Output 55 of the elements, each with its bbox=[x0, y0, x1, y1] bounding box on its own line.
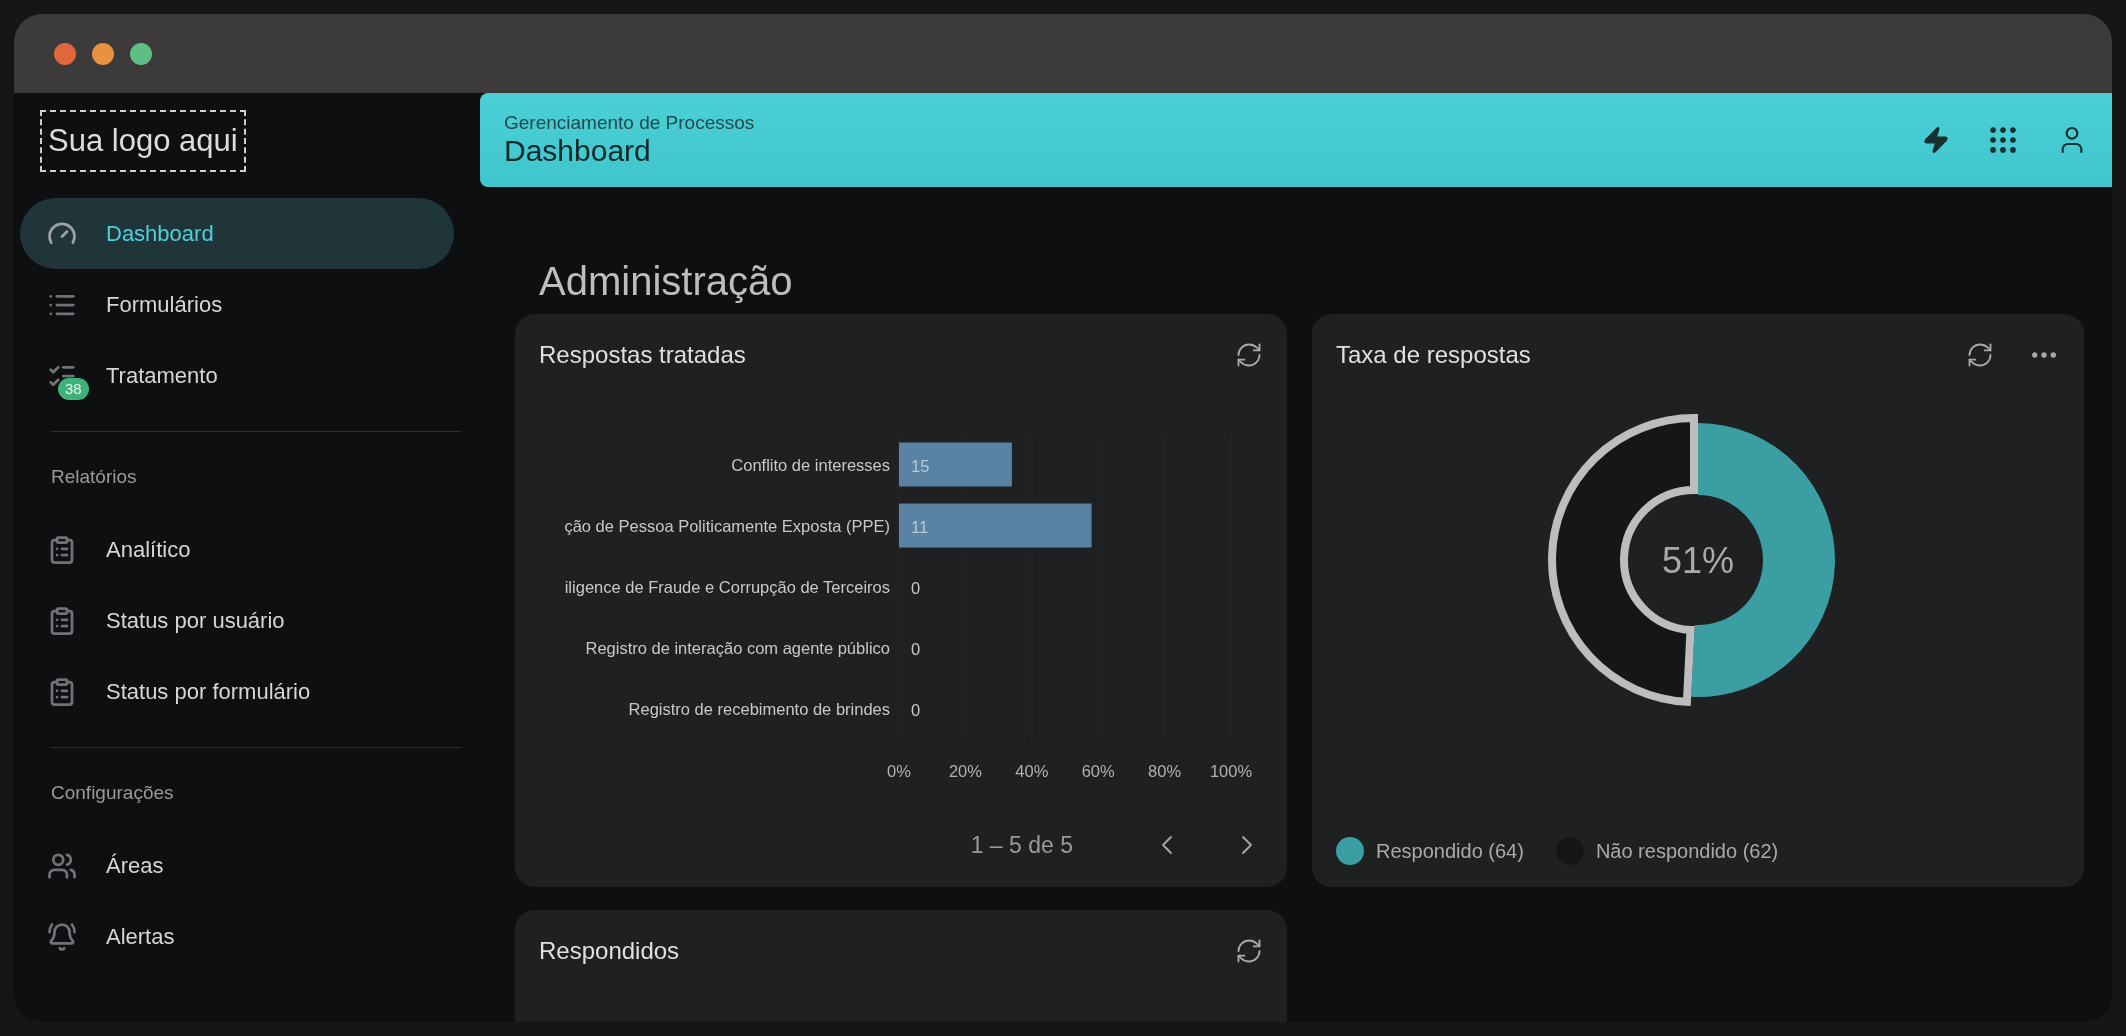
category-label: Registro de recebimento de brindes bbox=[628, 699, 890, 718]
sidebar-item[interactable]: Status por usuário bbox=[20, 585, 454, 656]
sidebar-icon bbox=[47, 921, 77, 952]
section-heading: Relatórios bbox=[50, 465, 138, 489]
sidebar-label: Status por usuário bbox=[106, 607, 285, 634]
sidebar-item[interactable]: Áreas bbox=[20, 830, 454, 901]
axis-tick-label: 60% bbox=[1081, 762, 1115, 780]
section-heading: Configurações bbox=[50, 781, 175, 805]
sidebar-label: Áreas bbox=[106, 852, 164, 879]
refresh-icon[interactable] bbox=[1966, 341, 1994, 369]
lightning-icon[interactable] bbox=[1922, 126, 1950, 154]
sidebar-item[interactable]: Status por formulário bbox=[20, 656, 454, 727]
sidebar-label: Alertas bbox=[106, 923, 175, 950]
sidebar-label: Tratamento bbox=[106, 362, 218, 389]
response-count: 0 bbox=[911, 700, 921, 719]
sidebar-item[interactable]: Analítico bbox=[20, 514, 454, 585]
sidebar-item[interactable]: Dashboard bbox=[20, 198, 454, 269]
category-label: Registro de interação com agente público bbox=[585, 638, 890, 657]
response-count: 0 bbox=[911, 639, 921, 658]
card-title: Taxa de respostas bbox=[1336, 341, 1532, 369]
axis-tick-label: 80% bbox=[1148, 762, 1182, 780]
sidebar-label: Status por formulário bbox=[106, 678, 311, 705]
axis-tick-label: 20% bbox=[948, 762, 982, 780]
response-count: 0 bbox=[911, 578, 921, 597]
window-control-dot[interactable] bbox=[130, 42, 152, 65]
axis-tick-label: 40% bbox=[1015, 762, 1049, 780]
window-control-dot[interactable] bbox=[92, 42, 114, 65]
category-label: Conflito de interesses bbox=[731, 455, 890, 474]
category-label: iligence de Fraude e Corrupção de Terceiros bbox=[564, 577, 890, 596]
sidebar-label: Analítico bbox=[106, 536, 191, 563]
response-count: 11 bbox=[911, 517, 929, 536]
legend-label: Respondido (64) bbox=[1376, 839, 1524, 863]
sidebar-item[interactable]: Formulários bbox=[20, 269, 454, 340]
sidebar-item[interactable]: Alertas bbox=[20, 901, 454, 972]
refresh-icon[interactable] bbox=[1235, 937, 1263, 965]
card-title: Respostas tratadas bbox=[539, 341, 747, 369]
header-title: Dashboard bbox=[504, 134, 652, 168]
sidebar-icon bbox=[47, 850, 77, 881]
window-control-dot[interactable] bbox=[54, 42, 76, 65]
axis-tick-label: 100% bbox=[1209, 762, 1253, 780]
header-subtitle: Gerenciamento de Processos bbox=[504, 112, 756, 134]
sidebar-label: Formulários bbox=[106, 291, 223, 318]
percentage-label: 51% bbox=[1661, 540, 1735, 581]
pagination-range: 1 – 5 de 5 bbox=[970, 831, 1073, 859]
sidebar-label: Dashboard bbox=[106, 220, 214, 247]
page-title: Administração bbox=[539, 259, 794, 304]
response-count: 15 bbox=[911, 456, 930, 475]
axis-tick-label: 0% bbox=[887, 762, 911, 780]
card-title: Respondidos bbox=[539, 937, 681, 965]
legend-label: Não respondido (62) bbox=[1595, 839, 1779, 863]
refresh-icon[interactable] bbox=[1235, 341, 1263, 369]
logo-text: Sua logo aqui bbox=[48, 123, 238, 158]
sidebar-item[interactable]: 38 Tratamento bbox=[20, 340, 454, 411]
count-badge: 38 bbox=[58, 377, 89, 400]
category-label: ção de Pessoa Politicamente Exposta (PPE) bbox=[564, 516, 890, 535]
